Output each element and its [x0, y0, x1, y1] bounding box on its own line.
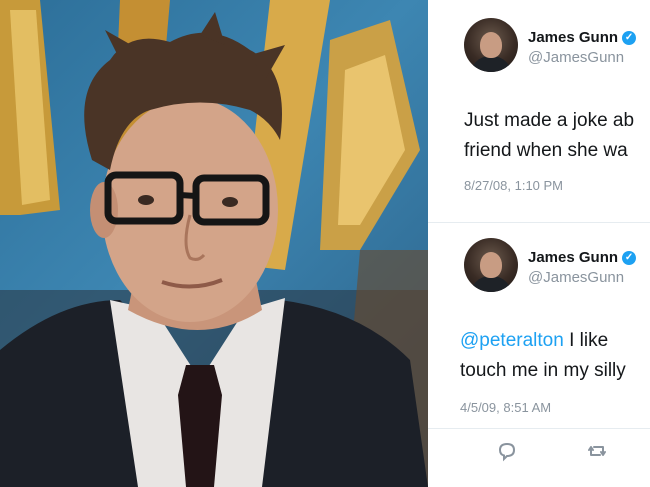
tweet-text-line: Just made a joke ab	[464, 110, 635, 131]
tweet-divider	[428, 428, 650, 429]
avatar-suit	[470, 56, 512, 72]
left-ear	[90, 182, 118, 238]
tweet-timestamp[interactable]: 4/5/09, 8:51 AM	[460, 400, 551, 415]
author-handle[interactable]: @JamesGunn	[528, 49, 624, 66]
mention-link[interactable]: @peteralton	[460, 330, 564, 351]
avatar-face	[480, 252, 502, 278]
author-name-text: James Gunn	[528, 29, 619, 46]
tweet-text-fragment: I like	[563, 330, 609, 351]
glasses-bridge	[179, 192, 197, 199]
tweet-text-line: touch me in my silly	[460, 360, 626, 381]
avatar-suit	[470, 276, 512, 292]
tweet-divider	[428, 222, 650, 223]
tweet-feed: James Gunn ✓ @JamesGunn Just made a joke …	[428, 0, 650, 487]
tweet-text: Just made a joke ab friend when she wa	[464, 106, 650, 166]
right-eye	[222, 197, 238, 207]
verified-badge-icon: ✓	[622, 251, 637, 266]
verified-badge-icon: ✓	[622, 31, 637, 46]
author-name[interactable]: James Gunn ✓	[528, 249, 637, 266]
tweet-text-line: @peteralton I like	[460, 326, 650, 356]
reply-icon[interactable]	[494, 440, 520, 462]
avatar[interactable]	[464, 238, 518, 292]
author-name-text: James Gunn	[528, 249, 619, 266]
author-handle[interactable]: @JamesGunn	[528, 269, 624, 286]
tweet-text-line: friend when she wa	[464, 140, 628, 161]
portrait-photo	[0, 0, 428, 487]
retweet-icon[interactable]	[584, 440, 610, 462]
portrait-illustration	[0, 0, 428, 487]
avatar[interactable]	[464, 18, 518, 72]
tie	[178, 365, 222, 487]
author-name[interactable]: James Gunn ✓	[528, 29, 637, 46]
avatar-face	[480, 32, 502, 58]
tweet-actions	[428, 430, 650, 470]
left-eye	[138, 195, 154, 205]
tweet-timestamp[interactable]: 8/27/08, 1:10 PM	[464, 178, 563, 193]
tweet-text: @peteralton I like touch me in my silly	[460, 326, 650, 386]
